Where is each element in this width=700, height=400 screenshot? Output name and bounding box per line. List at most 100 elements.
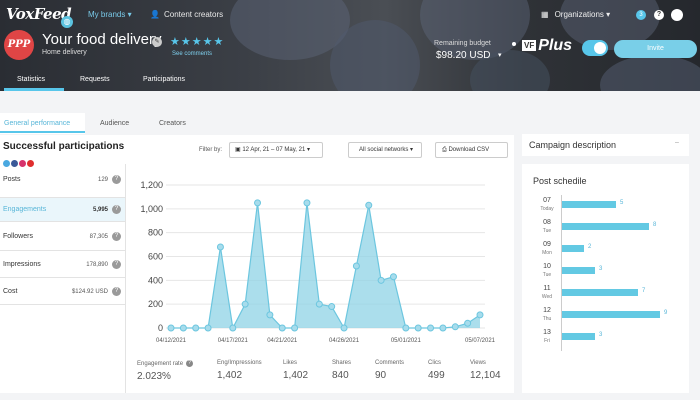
metric-value: 178,890 [86,261,108,268]
metric-label: Followers [3,232,33,240]
schedule-day-number: 12 [543,307,551,314]
schedule-bar [562,245,584,252]
schedule-day-name: Thu [542,316,552,322]
my-brands-menu[interactable]: My brands ▾ [88,10,132,19]
chart-point [254,199,262,207]
download-label: Download CSV [448,147,490,153]
chart-point [192,324,200,332]
stat-value: 499 [428,370,445,381]
chart-point [266,311,274,319]
stat-value: 90 [375,370,387,381]
download-csv-button[interactable]: ⎙ Download CSV [435,142,508,158]
help-icon[interactable]: ? [112,231,121,241]
invite-button[interactable]: Invite [614,40,697,58]
schedule-value: 7 [642,288,646,294]
stat-item: Likes 1,402 [283,360,308,381]
schedule-day-number: 11 [543,285,551,292]
globe-icon[interactable]: ◍ [61,16,73,28]
engagement-chart: 0 200 400 600 800 1,000 1,200 04/12/2021 04/17/2… [140,180,495,344]
tab-participations[interactable]: Participations [143,76,185,83]
organizations-label: Organizations ▾ [554,10,611,19]
chart-point [241,300,249,308]
schedule-value: 2 [588,244,592,250]
edit-icon[interactable]: ✎ [152,37,162,47]
user-icon: 👤 [150,10,160,19]
schedule-value: 9 [664,310,668,316]
help-icon[interactable]: ? [112,175,121,184]
post-schedule-title: Post schedile [533,176,587,186]
schedule-bar [562,201,616,208]
campaign-description-title: Campaign description [529,140,617,150]
plus-toggle[interactable] [582,40,608,56]
notification-badge[interactable]: 3 [636,10,646,20]
building-icon: ▦ [541,10,549,19]
chart-point [315,300,323,308]
schedule-day-number: 10 [543,263,551,270]
plus-label: Plus [538,37,573,54]
network-select[interactable]: All social networks ▾ [348,142,422,158]
collapse-icon[interactable]: – [675,139,679,146]
y-tick-label: 1,200 [140,180,163,190]
chart-point [377,276,385,284]
stat-label: Clics [428,360,441,366]
y-tick-label: 0 [158,323,163,333]
budget-label: Remaining budget [434,40,491,47]
help-icon[interactable]: ? [112,205,121,214]
chart-point [291,324,299,332]
metric-label: Cost [3,287,18,295]
help-icon[interactable]: ? [112,259,121,269]
chevron-down-icon[interactable]: ▾ [498,51,502,59]
schedule-day-number: 07 [543,197,551,204]
metric-row[interactable]: Impressions 178,890? [0,251,125,278]
x-tick-label: 04/12/2021 [156,338,187,344]
brand-avatar: PPP [4,30,34,60]
schedule-bar [562,267,595,274]
y-tick-label: 800 [148,228,163,238]
schedule-day-name: Tue [542,272,552,278]
chart-point [328,303,336,311]
content-creators-link[interactable]: 👤 Content creators [150,10,223,19]
schedule-day-number: 13 [543,329,551,336]
see-comments-link[interactable]: See comments [172,51,212,57]
metric-row[interactable]: Engagements 5,995? [0,198,125,222]
tab-requests[interactable]: Requests [80,76,110,83]
subtab-general-performance[interactable]: General performance [4,120,70,127]
subtab-creators[interactable]: Creators [159,120,186,127]
schedule-bar [562,333,595,340]
chart-point [427,324,435,332]
y-tick-label: 400 [148,275,163,285]
metric-row[interactable]: Followers 87,305? [0,222,125,251]
user-avatar-icon[interactable] [671,9,683,21]
tab-statistics[interactable]: Statistics [17,76,45,83]
subtab-audience[interactable]: Audience [100,120,129,127]
stat-item: Engagement rate? 2.023% [137,360,194,383]
x-tick-label: 04/26/2021 [329,338,360,344]
date-range-select[interactable]: ▣ 12 Apr, 21 – 07 May, 21 ▾ [229,142,323,158]
help-icon[interactable]: ? [112,286,121,296]
stat-value: 2.023% [137,371,171,383]
metric-row[interactable]: Cost $124.92 USD? [0,278,125,305]
filter-label: Filter by: [199,147,223,153]
help-icon[interactable]: ? [186,360,194,367]
stat-label: Comments [375,360,405,366]
chart-point [340,324,348,332]
metric-label: Posts [3,176,21,183]
schedule-bar [562,223,649,230]
stat-label: Eng/Impressions [217,360,262,366]
chart-point [414,324,422,332]
organizations-menu[interactable]: ▦ Organizations ▾ [541,10,610,19]
active-subtab-indicator [0,131,85,133]
chart-point [451,323,459,331]
schedule-day-name: Fri [544,338,550,344]
metric-row[interactable]: Posts 129? [0,162,125,198]
chart-point [167,324,175,332]
stat-value: 840 [332,370,349,381]
schedule-day-name: Wed [541,294,553,300]
help-icon[interactable]: ? [654,10,664,20]
stat-label: Shares [332,360,352,366]
plus-box: VF [522,40,537,52]
stat-value: 1,402 [283,370,309,381]
active-tab-indicator [4,88,64,91]
stat-value: 1,402 [217,370,243,381]
metric-label: Impressions [3,260,41,268]
